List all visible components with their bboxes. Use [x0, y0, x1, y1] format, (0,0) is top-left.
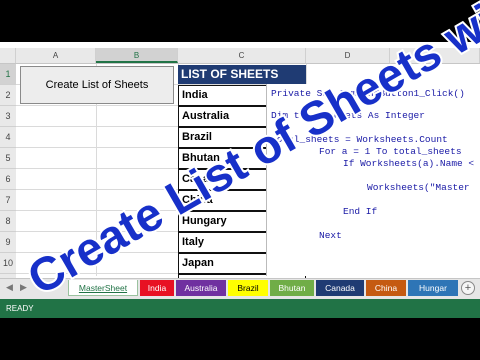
code-line: Next [319, 230, 342, 241]
code-line: Private Sub CommandButton1_Click() [271, 88, 465, 99]
add-sheet-icon[interactable]: + [461, 281, 475, 295]
column-header-a[interactable]: A [16, 48, 96, 63]
status-text: READY [6, 304, 34, 313]
column-header-c[interactable]: C [178, 48, 306, 63]
code-line: Dim total_sheets As Integer [271, 110, 425, 121]
row-header-3[interactable]: 3 [0, 106, 16, 127]
row-header-10[interactable]: 10 [0, 253, 16, 274]
column-header-b[interactable]: B [96, 48, 178, 63]
prev-sheet-icon[interactable]: ◀ [6, 282, 13, 293]
column-header-d[interactable]: D [306, 48, 390, 63]
vba-code-panel[interactable]: Private Sub CommandButton1_Click() Dim t… [266, 84, 480, 276]
row-header-2[interactable]: 2 [0, 85, 16, 106]
sheet-tab-mastersheet[interactable]: MasterSheet [68, 280, 138, 296]
row-header-5[interactable]: 5 [0, 148, 16, 169]
sheet-tab-hungar[interactable]: Hungar [408, 280, 458, 296]
sheet-tab-china[interactable]: China [366, 280, 406, 296]
sheet-tab-brazil[interactable]: Brazil [228, 280, 268, 296]
row-header-7[interactable]: 7 [0, 190, 16, 211]
sheet-tab-bhutan[interactable]: Bhutan [270, 280, 314, 296]
sheet-tab-australia[interactable]: Australia [176, 280, 226, 296]
code-line: Worksheets("Master [367, 182, 470, 193]
code-line: If Worksheets(a).Name < [343, 158, 475, 169]
create-list-button[interactable]: Create List of Sheets [20, 66, 174, 104]
excel-window: A B C D E 123456789101112 Create List of… [0, 42, 480, 318]
code-line: For a = 1 To total_sheets [319, 146, 462, 157]
column-header-bar: A B C D E [0, 48, 480, 64]
code-line: End If [343, 206, 378, 217]
sheet-tab-bar: ◀ ▶ MasterSheet India Australia Brazil Bhuta… [0, 278, 480, 299]
status-bar: READY [0, 299, 480, 318]
row-header-6[interactable]: 6 [0, 169, 16, 190]
column-header-e[interactable]: E [390, 48, 480, 63]
row-header-1[interactable]: 1 [0, 64, 16, 85]
select-all-corner[interactable] [0, 48, 16, 63]
next-sheet-icon[interactable]: ▶ [20, 282, 27, 293]
row-header-9[interactable]: 9 [0, 232, 16, 253]
list-of-sheets-header: LIST OF SHEETS [178, 65, 306, 84]
sheet-tab-india[interactable]: India [140, 280, 174, 296]
row-header-4[interactable]: 4 [0, 127, 16, 148]
sheet-tab-canada[interactable]: Canada [316, 280, 364, 296]
code-line: total_sheets = Worksheets.Count [271, 134, 448, 145]
row-header-8[interactable]: 8 [0, 211, 16, 232]
